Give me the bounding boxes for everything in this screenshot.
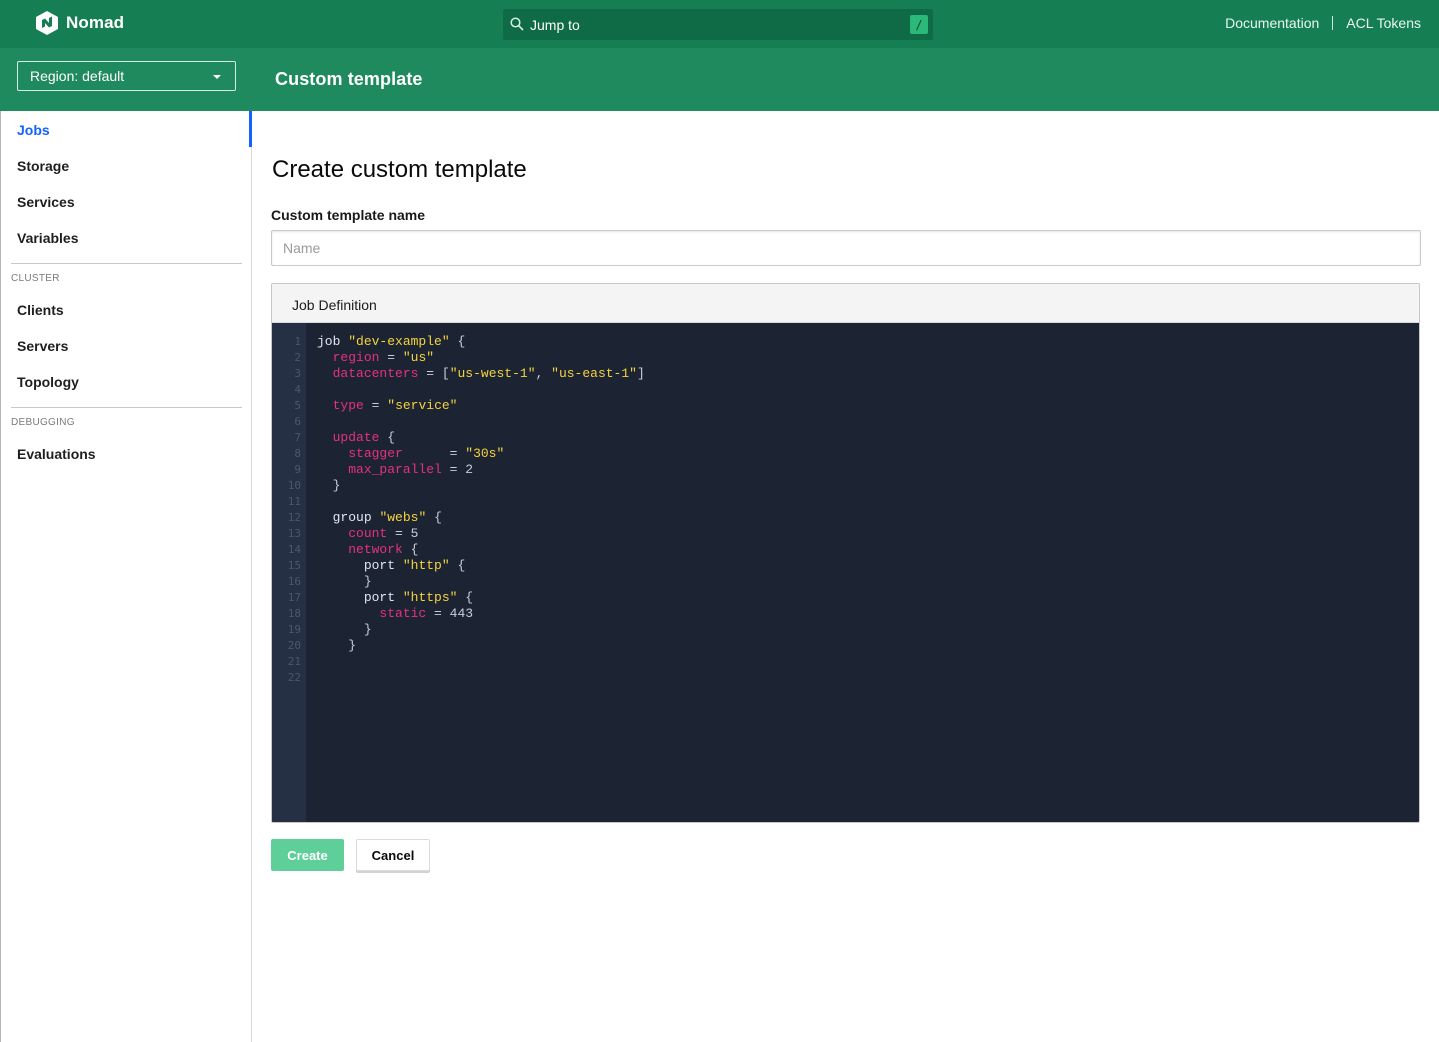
line-number: 1 (294, 335, 301, 348)
code-line: } (332, 478, 341, 493)
template-name-label: Custom template name (271, 207, 426, 223)
sidebar-item-clients[interactable]: Clients (17, 302, 64, 318)
line-number: 22 (287, 671, 301, 684)
acl-tokens-link[interactable]: ACL Tokens (1346, 15, 1421, 31)
line-number: 12 (287, 511, 301, 524)
line-number: 4 (294, 383, 301, 396)
sidebar-divider (11, 263, 242, 264)
code-line: } (363, 622, 372, 637)
documentation-link[interactable]: Documentation (1225, 15, 1319, 31)
line-number: 10 (287, 479, 301, 492)
top-navbar: Nomad Jump to / Documentation ACL Tokens (0, 0, 1439, 48)
sidebar-item-variables[interactable]: Variables (17, 230, 79, 246)
subnav-bar: Region: default Custom template (0, 48, 1439, 111)
line-number: 7 (294, 431, 301, 444)
job-definition-heading: Job Definition (272, 284, 1419, 323)
template-name-input[interactable] (271, 230, 1421, 266)
line-number: 13 (287, 527, 301, 540)
code-line: group "webs" { (332, 510, 442, 525)
line-number: 8 (294, 447, 301, 460)
link-separator (1332, 16, 1334, 30)
line-number: 15 (287, 559, 301, 572)
line-number: 2 (294, 351, 301, 364)
sidebar-item-storage[interactable]: Storage (17, 158, 69, 174)
line-number: 11 (287, 495, 301, 508)
code-line: update { (332, 430, 396, 445)
region-select[interactable]: Region: default (17, 61, 236, 91)
code-line: stagger = "30s" (348, 446, 505, 461)
top-links: Documentation ACL Tokens (1225, 15, 1421, 31)
line-number: 16 (287, 575, 301, 588)
line-number: 21 (287, 655, 301, 668)
sidebar-section-cluster: CLUSTER (11, 273, 60, 284)
sidebar-item-services[interactable]: Services (17, 194, 75, 210)
line-number: 20 (287, 639, 301, 652)
active-indicator (249, 111, 252, 147)
sidebar: Jobs Storage Services Variables CLUSTER … (0, 111, 252, 1042)
jump-to-search[interactable]: Jump to / (503, 9, 933, 40)
line-number: 5 (294, 399, 301, 412)
code-line: } (363, 574, 372, 589)
brand-link[interactable]: Nomad (36, 11, 124, 35)
cancel-button[interactable]: Cancel (356, 839, 430, 871)
job-definition-panel: Job Definition 1 2 3 4 5 6 7 8 9 10 11 12 13 14 15 16 17… (271, 283, 1420, 823)
search-icon (510, 17, 524, 31)
line-number: 6 (294, 415, 301, 428)
code-line: static = 443 (379, 606, 474, 621)
line-number: 14 (287, 543, 301, 556)
line-number: 9 (294, 463, 301, 476)
sidebar-item-servers[interactable]: Servers (17, 338, 68, 354)
sidebar-section-debugging: DEBUGGING (11, 417, 75, 428)
code-line: } (348, 638, 357, 653)
caret-down-icon (213, 75, 221, 79)
editor-gutter: 1 2 3 4 5 6 7 8 9 10 11 12 13 14 15 16 17 18 19 20 21 22 (272, 323, 306, 822)
create-button[interactable]: Create (271, 839, 344, 871)
line-numbers: 1 2 3 4 5 6 7 8 9 10 11 12 13 14 15 16 17 18 19 20 21 22 (272, 334, 301, 686)
line-number: 17 (287, 591, 301, 604)
code-editor[interactable]: 1 2 3 4 5 6 7 8 9 10 11 12 13 14 15 16 17 18 19 20 21 22 job … (272, 323, 1419, 822)
sidebar-item-jobs[interactable]: Jobs (17, 122, 50, 138)
line-number: 18 (287, 607, 301, 620)
brand-name: Nomad (66, 13, 125, 32)
nomad-logo-icon (36, 11, 58, 35)
code-line: count = 5 (348, 526, 419, 541)
shortcut-key-badge: / (910, 15, 928, 34)
line-number: 3 (294, 367, 301, 380)
sidebar-item-evaluations[interactable]: Evaluations (17, 446, 96, 462)
line-number: 19 (287, 623, 301, 636)
sidebar-divider (11, 407, 242, 408)
code-line: network { (348, 542, 419, 557)
jump-to-label: Jump to (530, 17, 580, 33)
sidebar-item-topology[interactable]: Topology (17, 374, 79, 390)
code-line: type = "service" (332, 398, 458, 413)
code-line: max_parallel = 2 (348, 462, 474, 477)
code-line: port "http" { (363, 558, 466, 573)
page-title: Create custom template (272, 156, 527, 183)
region-select-label: Region: default (30, 68, 125, 84)
code-line: port "https" { (363, 590, 474, 605)
code-line: datacenters = ["us-west-1", "us-east-1"] (332, 366, 645, 381)
code-line: region = "us" (332, 350, 435, 365)
code-content[interactable]: job "dev-example" { region = "us" datace… (317, 334, 645, 686)
code-line: job "dev-example" { (317, 334, 466, 349)
breadcrumb-title: Custom template (275, 69, 423, 89)
